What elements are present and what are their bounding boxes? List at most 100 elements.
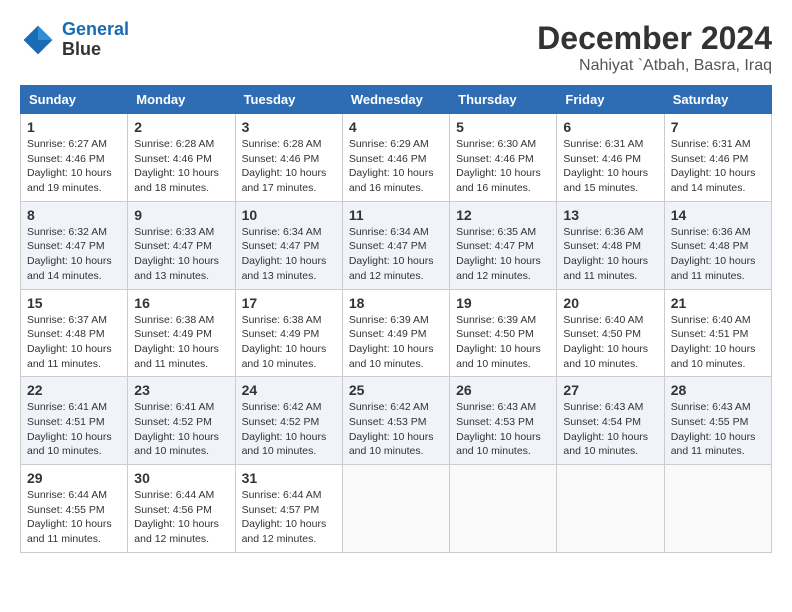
calendar-header-cell: Tuesday	[235, 86, 342, 114]
calendar-cell: 6 Sunrise: 6:31 AM Sunset: 4:46 PM Daylig…	[557, 114, 664, 202]
calendar-cell: 10Sunrise: 6:34 AM Sunset: 4:47 PM Dayli…	[235, 201, 342, 289]
calendar-header-row: SundayMondayTuesdayWednesdayThursdayFrid…	[21, 86, 772, 114]
calendar-cell: 30 Sunrise: 6:44 AM Sunset: 4:56 PM Dayli…	[128, 465, 235, 553]
calendar-cell: 21Sunrise: 6:40 AM Sunset: 4:51 PM Dayli…	[664, 289, 771, 377]
calendar-header-cell: Thursday	[450, 86, 557, 114]
day-number: 16	[134, 295, 228, 311]
day-info: Sunrise: 6:43 AM Sunset: 4:53 PM Dayligh…	[456, 400, 550, 459]
calendar-cell	[664, 465, 771, 553]
calendar-week-row: 22Sunrise: 6:41 AM Sunset: 4:51 PM Dayli…	[21, 377, 772, 465]
calendar-cell: 17 Sunrise: 6:38 AM Sunset: 4:49 PM Dayli…	[235, 289, 342, 377]
day-number: 30	[134, 470, 228, 486]
calendar-week-row: 8 Sunrise: 6:32 AM Sunset: 4:47 PM Daylig…	[21, 201, 772, 289]
day-number: 27	[563, 382, 657, 398]
calendar-cell: 18 Sunrise: 6:39 AM Sunset: 4:49 PM Dayli…	[342, 289, 449, 377]
day-number: 8	[27, 207, 121, 223]
day-info: Sunrise: 6:38 AM Sunset: 4:49 PM Dayligh…	[242, 313, 336, 372]
page-title: December 2024	[537, 20, 772, 57]
calendar-cell: 5 Sunrise: 6:30 AM Sunset: 4:46 PM Daylig…	[450, 114, 557, 202]
calendar-cell: 22Sunrise: 6:41 AM Sunset: 4:51 PM Dayli…	[21, 377, 128, 465]
day-info: Sunrise: 6:43 AM Sunset: 4:54 PM Dayligh…	[563, 400, 657, 459]
day-info: Sunrise: 6:38 AM Sunset: 4:49 PM Dayligh…	[134, 313, 228, 372]
day-number: 15	[27, 295, 121, 311]
day-number: 5	[456, 119, 550, 135]
calendar-cell: 8 Sunrise: 6:32 AM Sunset: 4:47 PM Daylig…	[21, 201, 128, 289]
calendar-cell: 15 Sunrise: 6:37 AM Sunset: 4:48 PM Dayli…	[21, 289, 128, 377]
calendar-cell: 19 Sunrise: 6:39 AM Sunset: 4:50 PM Dayli…	[450, 289, 557, 377]
day-info: Sunrise: 6:44 AM Sunset: 4:56 PM Dayligh…	[134, 488, 228, 547]
day-info: Sunrise: 6:42 AM Sunset: 4:52 PM Dayligh…	[242, 400, 336, 459]
calendar-cell: 4 Sunrise: 6:29 AM Sunset: 4:46 PM Daylig…	[342, 114, 449, 202]
day-info: Sunrise: 6:34 AM Sunset: 4:47 PM Dayligh…	[349, 225, 443, 284]
calendar-cell: 25Sunrise: 6:42 AM Sunset: 4:53 PM Dayli…	[342, 377, 449, 465]
calendar-header-cell: Sunday	[21, 86, 128, 114]
day-info: Sunrise: 6:31 AM Sunset: 4:46 PM Dayligh…	[671, 137, 765, 196]
day-info: Sunrise: 6:40 AM Sunset: 4:51 PM Dayligh…	[671, 313, 765, 372]
day-number: 19	[456, 295, 550, 311]
day-number: 3	[242, 119, 336, 135]
day-number: 7	[671, 119, 765, 135]
day-number: 11	[349, 207, 443, 223]
calendar-cell: 28Sunrise: 6:43 AM Sunset: 4:55 PM Dayli…	[664, 377, 771, 465]
logo-text: GeneralBlue	[62, 20, 129, 60]
day-number: 28	[671, 382, 765, 398]
day-info: Sunrise: 6:34 AM Sunset: 4:47 PM Dayligh…	[242, 225, 336, 284]
day-info: Sunrise: 6:29 AM Sunset: 4:46 PM Dayligh…	[349, 137, 443, 196]
page-header: GeneralBlue December 2024 Nahiyat `Atbah…	[20, 20, 772, 75]
calendar-week-row: 15 Sunrise: 6:37 AM Sunset: 4:48 PM Dayli…	[21, 289, 772, 377]
day-info: Sunrise: 6:39 AM Sunset: 4:49 PM Dayligh…	[349, 313, 443, 372]
day-info: Sunrise: 6:35 AM Sunset: 4:47 PM Dayligh…	[456, 225, 550, 284]
calendar-cell: 1 Sunrise: 6:27 AM Sunset: 4:46 PM Daylig…	[21, 114, 128, 202]
day-number: 31	[242, 470, 336, 486]
calendar-cell	[450, 465, 557, 553]
calendar-cell: 27 Sunrise: 6:43 AM Sunset: 4:54 PM Dayli…	[557, 377, 664, 465]
calendar-body: 1 Sunrise: 6:27 AM Sunset: 4:46 PM Daylig…	[21, 114, 772, 553]
day-info: Sunrise: 6:30 AM Sunset: 4:46 PM Dayligh…	[456, 137, 550, 196]
day-number: 14	[671, 207, 765, 223]
day-number: 12	[456, 207, 550, 223]
calendar-cell: 29Sunrise: 6:44 AM Sunset: 4:55 PM Dayli…	[21, 465, 128, 553]
calendar-cell: 3 Sunrise: 6:28 AM Sunset: 4:46 PM Daylig…	[235, 114, 342, 202]
day-number: 6	[563, 119, 657, 135]
day-info: Sunrise: 6:28 AM Sunset: 4:46 PM Dayligh…	[242, 137, 336, 196]
calendar-cell: 16 Sunrise: 6:38 AM Sunset: 4:49 PM Dayli…	[128, 289, 235, 377]
logo-icon	[20, 22, 56, 58]
calendar-cell	[342, 465, 449, 553]
day-number: 4	[349, 119, 443, 135]
day-number: 1	[27, 119, 121, 135]
calendar-cell: 26Sunrise: 6:43 AM Sunset: 4:53 PM Dayli…	[450, 377, 557, 465]
calendar-header-cell: Friday	[557, 86, 664, 114]
title-block: December 2024 Nahiyat `Atbah, Basra, Ira…	[537, 20, 772, 75]
day-info: Sunrise: 6:39 AM Sunset: 4:50 PM Dayligh…	[456, 313, 550, 372]
day-info: Sunrise: 6:41 AM Sunset: 4:51 PM Dayligh…	[27, 400, 121, 459]
day-number: 13	[563, 207, 657, 223]
calendar-cell: 2Sunrise: 6:28 AM Sunset: 4:46 PM Daylig…	[128, 114, 235, 202]
day-number: 24	[242, 382, 336, 398]
calendar-cell: 23Sunrise: 6:41 AM Sunset: 4:52 PM Dayli…	[128, 377, 235, 465]
day-info: Sunrise: 6:44 AM Sunset: 4:55 PM Dayligh…	[27, 488, 121, 547]
calendar-cell: 12 Sunrise: 6:35 AM Sunset: 4:47 PM Dayli…	[450, 201, 557, 289]
day-info: Sunrise: 6:40 AM Sunset: 4:50 PM Dayligh…	[563, 313, 657, 372]
calendar-header-cell: Saturday	[664, 86, 771, 114]
calendar-header-cell: Monday	[128, 86, 235, 114]
calendar-week-row: 1 Sunrise: 6:27 AM Sunset: 4:46 PM Daylig…	[21, 114, 772, 202]
day-info: Sunrise: 6:41 AM Sunset: 4:52 PM Dayligh…	[134, 400, 228, 459]
day-number: 17	[242, 295, 336, 311]
calendar-table: SundayMondayTuesdayWednesdayThursdayFrid…	[20, 85, 772, 553]
day-info: Sunrise: 6:32 AM Sunset: 4:47 PM Dayligh…	[27, 225, 121, 284]
day-info: Sunrise: 6:28 AM Sunset: 4:46 PM Dayligh…	[134, 137, 228, 196]
day-info: Sunrise: 6:31 AM Sunset: 4:46 PM Dayligh…	[563, 137, 657, 196]
day-info: Sunrise: 6:37 AM Sunset: 4:48 PM Dayligh…	[27, 313, 121, 372]
day-number: 20	[563, 295, 657, 311]
calendar-cell: 20 Sunrise: 6:40 AM Sunset: 4:50 PM Dayli…	[557, 289, 664, 377]
logo: GeneralBlue	[20, 20, 129, 60]
calendar-cell: 24 Sunrise: 6:42 AM Sunset: 4:52 PM Dayli…	[235, 377, 342, 465]
day-number: 18	[349, 295, 443, 311]
day-number: 25	[349, 382, 443, 398]
calendar-cell: 9Sunrise: 6:33 AM Sunset: 4:47 PM Daylig…	[128, 201, 235, 289]
calendar-cell: 13Sunrise: 6:36 AM Sunset: 4:48 PM Dayli…	[557, 201, 664, 289]
day-info: Sunrise: 6:36 AM Sunset: 4:48 PM Dayligh…	[671, 225, 765, 284]
calendar-cell: 31Sunrise: 6:44 AM Sunset: 4:57 PM Dayli…	[235, 465, 342, 553]
calendar-header-cell: Wednesday	[342, 86, 449, 114]
day-info: Sunrise: 6:27 AM Sunset: 4:46 PM Dayligh…	[27, 137, 121, 196]
